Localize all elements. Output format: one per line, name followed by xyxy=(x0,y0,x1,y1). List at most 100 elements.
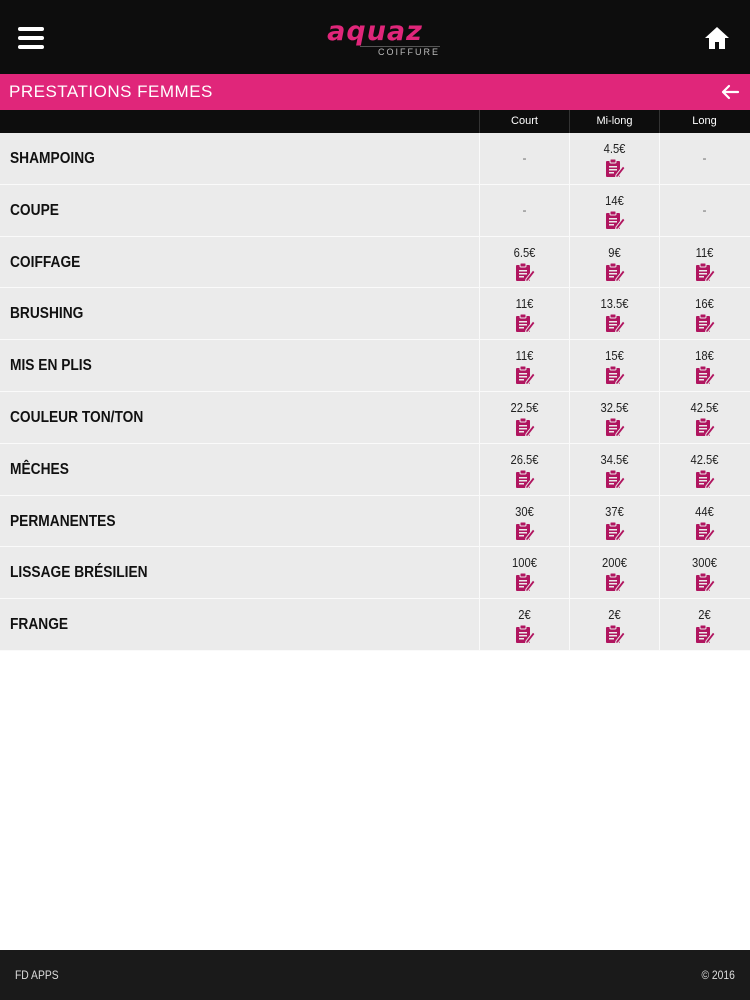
clipboard-order-icon[interactable] xyxy=(514,572,536,593)
clipboard-order-icon[interactable] xyxy=(604,417,626,438)
table-row: PERMANENTES 30€ 37€ 44€ xyxy=(0,495,750,548)
table-row: COUPE - 14€ - xyxy=(0,184,750,237)
clipboard-order-icon[interactable] xyxy=(514,417,536,438)
clipboard-order-icon[interactable] xyxy=(694,521,716,541)
table-row: SHAMPOING - 4.5€ - xyxy=(0,133,750,185)
clipboard-order-icon[interactable] xyxy=(604,158,626,179)
clipboard-order-icon[interactable] xyxy=(514,521,536,541)
service-label: COULEUR TON/TON xyxy=(10,408,144,426)
clipboard-order-icon[interactable] xyxy=(604,521,626,541)
footer-copyright: © 2016 xyxy=(701,968,735,982)
column-header-1: Mi-long xyxy=(569,110,659,133)
clipboard-order-icon[interactable] xyxy=(604,469,626,489)
price-cell: - xyxy=(479,133,569,184)
price-cell: 9€ xyxy=(569,236,659,288)
service-label: FRANGE xyxy=(10,616,69,634)
price-value: 2€ xyxy=(518,607,531,623)
price-value: 11€ xyxy=(695,244,714,260)
price-value: 6.5€ xyxy=(513,244,536,260)
clipboard-order-icon[interactable] xyxy=(694,262,716,282)
service-label: SHAMPOING xyxy=(10,150,95,167)
table-row: LISSAGE BRÉSILIEN 100€ 200€ 300€ xyxy=(0,547,750,600)
price-cell: 11€ xyxy=(479,288,569,340)
hamburger-menu-icon[interactable] xyxy=(18,27,44,49)
price-value: 30€ xyxy=(515,503,534,519)
logo-subtitle: COIFFURE xyxy=(360,46,440,58)
price-cell: 14€ xyxy=(569,184,659,236)
clipboard-order-icon[interactable] xyxy=(604,313,626,334)
price-value: 18€ xyxy=(695,348,714,364)
clipboard-order-icon[interactable] xyxy=(604,572,626,593)
table-row: BRUSHING 11€ 13.5€ 16€ xyxy=(0,288,750,341)
price-unavailable: - xyxy=(522,202,527,217)
price-cell: - xyxy=(659,184,749,236)
logo: aquaz COIFFURE xyxy=(300,18,450,58)
price-value: 200€ xyxy=(602,555,627,571)
clipboard-order-icon[interactable] xyxy=(514,262,536,282)
price-value: 26.5€ xyxy=(510,451,539,467)
clipboard-order-icon[interactable] xyxy=(514,624,536,645)
price-value: 16€ xyxy=(695,296,714,312)
price-value: 42.5€ xyxy=(690,451,719,467)
price-value: 37€ xyxy=(605,503,624,519)
footer: FD APPS © 2016 xyxy=(0,950,750,1000)
price-cell: 26.5€ xyxy=(479,443,569,495)
clipboard-order-icon[interactable] xyxy=(514,469,536,489)
home-icon[interactable] xyxy=(704,26,730,50)
title-bar: PRESTATIONS FEMMES xyxy=(0,74,750,110)
clipboard-order-icon[interactable] xyxy=(694,572,716,593)
price-cell: 11€ xyxy=(479,340,569,392)
logo-text: aquaz xyxy=(327,16,423,47)
price-cell: 16€ xyxy=(659,288,749,340)
price-value: 2€ xyxy=(608,607,621,623)
clipboard-order-icon[interactable] xyxy=(694,417,716,438)
price-value: 2€ xyxy=(698,607,711,623)
price-cell: 6.5€ xyxy=(479,236,569,288)
table-row: COIFFAGE 6.5€ 9€ 11€ xyxy=(0,236,750,289)
price-value: 300€ xyxy=(692,555,717,571)
service-label: COIFFAGE xyxy=(10,253,81,271)
price-value: 4.5€ xyxy=(603,141,626,156)
price-value: 15€ xyxy=(605,348,624,364)
price-cell: 44€ xyxy=(659,495,749,547)
column-header-0: Court xyxy=(479,110,569,133)
clipboard-order-icon[interactable] xyxy=(604,365,626,386)
column-header-2: Long xyxy=(659,110,749,133)
price-cell: 32.5€ xyxy=(569,391,659,443)
clipboard-order-icon[interactable] xyxy=(604,262,626,282)
price-cell: 37€ xyxy=(569,495,659,547)
clipboard-order-icon[interactable] xyxy=(514,313,536,334)
page-title: PRESTATIONS FEMMES xyxy=(9,82,213,101)
service-label: LISSAGE BRÉSILIEN xyxy=(10,564,148,582)
clipboard-order-icon[interactable] xyxy=(694,624,716,645)
price-cell: 30€ xyxy=(479,495,569,547)
price-value: 100€ xyxy=(512,555,537,571)
price-value: 11€ xyxy=(515,348,534,364)
table-row: MÊCHES 26.5€ 34.5€ 42.5€ xyxy=(0,443,750,496)
price-cell: 2€ xyxy=(659,599,749,651)
service-label: MÊCHES xyxy=(10,460,69,478)
price-cell: 100€ xyxy=(479,547,569,599)
arrow-left-icon[interactable] xyxy=(720,82,740,102)
clipboard-order-icon[interactable] xyxy=(604,624,626,645)
footer-credit: FD APPS xyxy=(15,968,59,982)
price-cell: 34.5€ xyxy=(569,443,659,495)
clipboard-order-icon[interactable] xyxy=(694,365,716,386)
clipboard-order-icon[interactable] xyxy=(514,365,536,386)
price-unavailable: - xyxy=(702,151,707,165)
price-cell: 13.5€ xyxy=(569,288,659,340)
price-cell: 22.5€ xyxy=(479,391,569,443)
price-cell: 200€ xyxy=(569,547,659,599)
column-header: Court Mi-long Long xyxy=(0,110,750,133)
price-value: 13.5€ xyxy=(600,296,629,312)
clipboard-order-icon[interactable] xyxy=(694,469,716,489)
price-cell: 300€ xyxy=(659,547,749,599)
clipboard-order-icon[interactable] xyxy=(694,313,716,334)
table-row: FRANGE 2€ 2€ 2€ xyxy=(0,599,750,651)
price-unavailable: - xyxy=(702,202,707,217)
price-value: 34.5€ xyxy=(600,451,629,467)
price-value: 14€ xyxy=(605,192,624,208)
price-value: 22.5€ xyxy=(510,399,539,415)
price-value: 11€ xyxy=(515,296,534,312)
clipboard-order-icon[interactable] xyxy=(604,210,626,230)
